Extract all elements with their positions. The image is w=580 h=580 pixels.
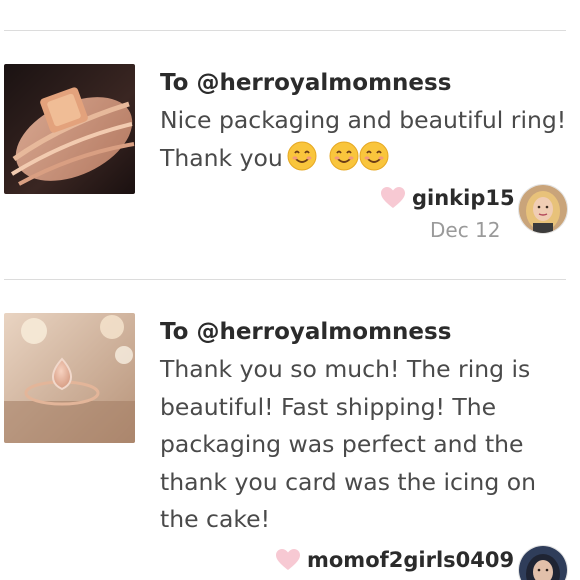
- heart-icon[interactable]: [275, 548, 301, 572]
- review-recipient: To @herroyalmomness: [160, 70, 452, 96]
- review-text: Thank you so much! The ring is beautiful…: [160, 355, 536, 533]
- review-photo-thumbnail[interactable]: [4, 64, 135, 194]
- avatar[interactable]: [518, 545, 568, 580]
- divider: [4, 279, 566, 280]
- review-date: Dec 12: [430, 218, 501, 242]
- review-meta: momof2girls0409: [275, 548, 514, 572]
- smiling-face-icon: [329, 141, 359, 171]
- review-text: Nice packaging and beautiful ring! Thank…: [160, 106, 567, 172]
- review-recipient: To @herroyalmomness: [160, 319, 452, 345]
- review-feed: To @herroyalmomness Nice packaging and b…: [0, 0, 580, 580]
- reviewer-username[interactable]: momof2girls0409: [307, 548, 514, 572]
- review-photo-thumbnail[interactable]: [4, 313, 135, 443]
- avatar[interactable]: [518, 184, 568, 234]
- review-meta: ginkip15: [380, 186, 515, 210]
- heart-icon[interactable]: [380, 186, 406, 210]
- smiling-face-icon: [287, 141, 317, 171]
- divider: [4, 30, 566, 31]
- reviewer-username[interactable]: ginkip15: [412, 186, 515, 210]
- smiling-face-icon: [359, 141, 389, 171]
